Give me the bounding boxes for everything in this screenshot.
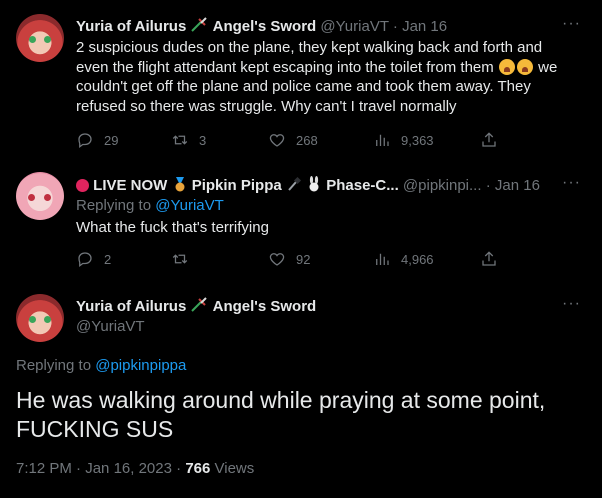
display-name-suffix[interactable]: Angel's Sword (213, 18, 317, 35)
heart-icon (269, 253, 285, 266)
views-icon (376, 253, 389, 265)
retweet-count: 3 (199, 132, 207, 148)
views-count: 766 (185, 460, 211, 477)
avatar-eye (44, 36, 51, 43)
medal-icon (172, 176, 188, 196)
tweet-text: 2 suspicious dudes on the plane, they ke… (76, 38, 576, 117)
views-count: 4,966 (401, 251, 434, 267)
more-options-icon[interactable]: ··· (562, 174, 581, 192)
share-button[interactable] (480, 250, 498, 268)
tweet-text-part: 2 suspicious dudes on the plane, they ke… (76, 39, 543, 76)
retweet-icon (172, 135, 188, 145)
share-icon (482, 132, 496, 147)
live-dot-icon (76, 179, 89, 192)
display-name[interactable]: Pipkin Pippa (192, 177, 282, 194)
tweet-text: What the fuck that's terrifying (76, 219, 269, 236)
avatar-eye (29, 36, 36, 43)
handle[interactable]: @YuriaVT (76, 318, 145, 335)
separator: · (76, 460, 82, 477)
tweet-header: LIVE NOW Pipkin Pippa Phase-C... @pipkin… (76, 176, 540, 196)
retweet-icon (172, 254, 188, 264)
avatar-eye (28, 194, 35, 201)
display-name[interactable]: Yuria of Ailurus (76, 18, 186, 35)
tweet-text: He was walking around while praying at s… (16, 387, 546, 442)
handle[interactable]: @pipkinpi... (403, 177, 482, 194)
like-button[interactable]: 92 (268, 250, 373, 268)
reply-count: 2 (104, 251, 112, 267)
tweet-header: Yuria of Ailurus Angel's Sword (76, 297, 316, 317)
like-button[interactable]: 268 (268, 131, 373, 149)
handle-text: @YuriaVT (76, 318, 145, 335)
replying-to: Replying to @YuriaVT (76, 196, 224, 216)
handle[interactable]: @YuriaVT (320, 18, 388, 35)
avatar-yuria[interactable] (16, 294, 64, 342)
retweet-button[interactable]: 3 (171, 131, 268, 149)
action-bar: 2 92 4,966 (76, 250, 498, 268)
tweet-header: Yuria of Ailurus Angel's Sword @YuriaVT … (76, 17, 447, 37)
like-count: 268 (296, 132, 318, 148)
avatar-yuria[interactable] (16, 14, 64, 62)
sword-icon (190, 17, 208, 37)
tweet-time[interactable]: 7:12 PM (16, 460, 72, 477)
tweet-date[interactable]: Jan 16 (495, 177, 540, 194)
action-bar: 29 3 268 9,363 (76, 131, 498, 149)
replying-to-link[interactable]: @YuriaVT (155, 197, 224, 214)
separator: · (485, 177, 491, 194)
avatar-eye (29, 316, 36, 323)
avatar-eye (44, 194, 51, 201)
plug-icon (286, 176, 302, 196)
avatar-eye (44, 316, 51, 323)
display-name-suffix[interactable]: Angel's Sword (213, 298, 317, 315)
separator: · (392, 18, 398, 35)
views-button[interactable]: 4,966 (373, 250, 480, 268)
reply-icon (78, 133, 92, 149)
display-name-suffix[interactable]: Phase-C... (326, 177, 399, 194)
share-icon (482, 251, 496, 266)
sword-icon (190, 297, 208, 317)
replying-to-label: Replying to (76, 197, 152, 214)
tweet-date[interactable]: Jan 16, 2023 (85, 460, 172, 477)
crying-face-icon (498, 58, 515, 75)
tweet-1[interactable]: Yuria of Ailurus Angel's Sword @YuriaVT … (0, 0, 602, 160)
reply-button[interactable]: 29 (76, 131, 171, 149)
replying-to: Replying to @pipkinpippa (16, 356, 186, 376)
share-button[interactable] (480, 131, 498, 149)
heart-icon (269, 134, 285, 147)
tweet-meta: 7:12 PM · Jan 16, 2023 · 766 Views (16, 460, 254, 477)
reply-icon (78, 252, 92, 268)
views-button[interactable]: 9,363 (373, 131, 480, 149)
more-options-icon[interactable]: ··· (562, 295, 581, 313)
more-options-icon[interactable]: ··· (562, 15, 581, 33)
display-name[interactable]: Yuria of Ailurus (76, 298, 186, 315)
crying-face-icon (516, 58, 533, 75)
retweet-button[interactable] (171, 250, 268, 268)
avatar-pippa[interactable] (16, 172, 64, 220)
replying-to-label: Replying to (16, 357, 92, 374)
separator: · (176, 460, 182, 477)
replying-to-link[interactable]: @pipkinpippa (95, 357, 186, 374)
live-label[interactable]: LIVE NOW (93, 177, 167, 194)
reply-button[interactable]: 2 (76, 250, 171, 268)
views-icon (376, 134, 389, 146)
tweet-date[interactable]: Jan 16 (402, 18, 447, 35)
tweet-2[interactable]: LIVE NOW Pipkin Pippa Phase-C... @pipkin… (0, 160, 602, 280)
views-label: Views (214, 460, 255, 477)
like-count: 92 (296, 251, 311, 267)
rabbit-icon (306, 176, 322, 196)
reply-count: 29 (104, 132, 119, 148)
views-count: 9,363 (401, 132, 434, 148)
